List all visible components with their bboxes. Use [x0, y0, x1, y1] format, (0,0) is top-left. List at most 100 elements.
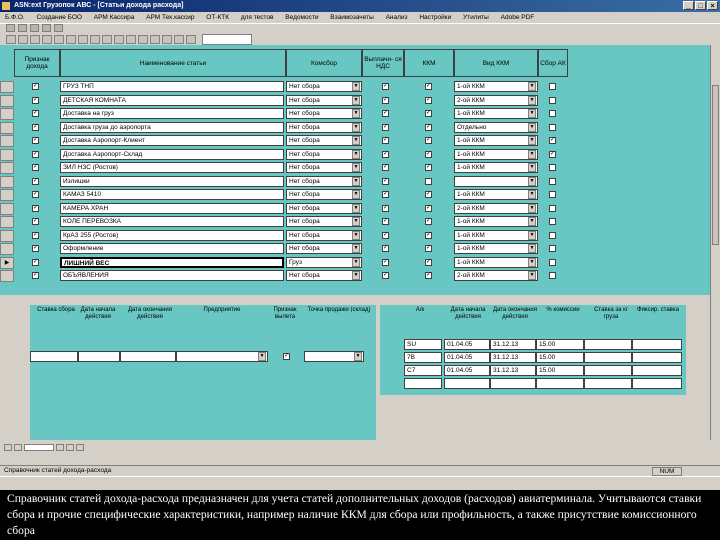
menu-item[interactable]: Adobe PDF — [496, 12, 540, 21]
item-name-cell[interactable]: ОБЪЯВЛЕНИЯ — [60, 270, 284, 281]
kkm-type-cell[interactable]: 1-ой ККМ — [454, 81, 538, 92]
income-flag-checkbox[interactable]: ✓ — [32, 110, 39, 117]
commission-fee-cell[interactable]: Нет сбора — [286, 121, 362, 133]
income-flag-checkbox[interactable]: ✓ — [32, 123, 39, 131]
commission-fee-cell[interactable]: Нет сбора — [286, 162, 362, 173]
row-selector[interactable] — [0, 243, 14, 255]
row-selector[interactable] — [0, 270, 14, 282]
ak-fee-checkbox[interactable]: ✓ — [549, 150, 556, 158]
item-name-cell[interactable]: КАМАЗ 5410 — [60, 189, 284, 200]
end-date-cell[interactable]: 31.12.13 — [490, 339, 536, 350]
row-selector[interactable]: ▶ — [0, 256, 14, 269]
ak-fee-checkbox[interactable] — [549, 96, 556, 104]
chevron-down-icon[interactable]: ▼ — [352, 230, 360, 240]
chevron-down-icon[interactable]: ▼ — [352, 149, 360, 159]
chevron-down-icon[interactable]: ▼ — [352, 203, 360, 213]
income-flag-checkbox[interactable]: ✓ — [32, 150, 39, 158]
chevron-down-icon[interactable]: ▼ — [528, 176, 536, 186]
income-flag-checkbox[interactable]: ✓ — [32, 96, 39, 104]
menu-item[interactable]: АРМ Кассира — [89, 12, 140, 21]
end-date-cell[interactable] — [120, 351, 176, 362]
kkm-type-cell[interactable]: Отдельно — [454, 121, 538, 133]
kkm-type-cell[interactable]: 2-ой ККМ — [454, 94, 538, 106]
start-date-cell[interactable]: 01.04.05 — [444, 365, 490, 376]
kkm-checkbox[interactable] — [425, 177, 432, 185]
chevron-down-icon[interactable]: ▼ — [528, 163, 536, 172]
income-flag-checkbox[interactable]: ✓ — [32, 204, 39, 212]
chevron-down-icon[interactable]: ▼ — [352, 122, 360, 132]
commission-percent-cell[interactable]: 15.00 — [536, 339, 584, 350]
new-record-button[interactable] — [76, 444, 84, 451]
fee-rate-cell[interactable] — [30, 351, 78, 362]
item-name-cell[interactable]: Доставка груза до аэропорта — [60, 121, 284, 133]
scrollbar-thumb[interactable] — [712, 85, 719, 245]
ak-fee-checkbox[interactable] — [549, 110, 556, 117]
last-record-button[interactable] — [66, 444, 74, 451]
item-name-cell[interactable]: Доставка Аэропорт-Склад — [60, 148, 284, 160]
fixed-rate-cell[interactable] — [632, 352, 682, 363]
row-selector[interactable] — [0, 94, 14, 107]
menu-item[interactable]: ОТ-КТК — [201, 12, 234, 21]
ak-fee-checkbox[interactable] — [549, 83, 556, 90]
chevron-down-icon[interactable]: ▼ — [528, 149, 536, 159]
chevron-down-icon[interactable]: ▼ — [528, 109, 536, 118]
kkm-checkbox[interactable]: ✓ — [425, 150, 432, 158]
chevron-down-icon[interactable]: ▼ — [528, 203, 536, 213]
menu-item[interactable]: Анализ — [381, 12, 413, 21]
item-name-cell[interactable]: ГРУЗ ТНП — [60, 81, 284, 92]
toolbar-button[interactable] — [102, 34, 112, 44]
row-selector[interactable] — [0, 108, 14, 120]
chevron-down-icon[interactable]: ▼ — [352, 244, 360, 253]
row-selector[interactable] — [0, 148, 14, 161]
commission-fee-cell[interactable]: Нет сбора — [286, 243, 362, 254]
menu-item[interactable]: Настройки — [414, 12, 456, 21]
chevron-down-icon[interactable]: ▼ — [352, 190, 360, 199]
income-flag-checkbox[interactable]: ✓ — [32, 191, 39, 198]
kkm-checkbox[interactable]: ✓ — [425, 191, 432, 198]
end-date-cell[interactable]: 31.12.13 — [490, 352, 536, 363]
commission-percent-cell[interactable] — [536, 378, 584, 389]
kkm-checkbox[interactable]: ✓ — [425, 245, 432, 252]
toolbar-button[interactable] — [174, 34, 184, 44]
toolbar-button[interactable] — [18, 24, 27, 32]
chevron-down-icon[interactable]: ▼ — [528, 190, 536, 199]
ak-fee-checkbox[interactable] — [549, 231, 556, 239]
toolbar-button[interactable] — [6, 34, 16, 44]
fixed-rate-cell[interactable] — [632, 365, 682, 376]
item-name-cell[interactable]: Оформление — [60, 243, 284, 254]
ak-fee-checkbox[interactable] — [549, 258, 556, 266]
vat-checkbox[interactable]: ✓ — [382, 218, 389, 225]
toolbar-button[interactable] — [126, 34, 136, 44]
row-selector[interactable] — [0, 229, 14, 242]
chevron-down-icon[interactable]: ▼ — [528, 271, 536, 280]
commission-percent-cell[interactable]: 15.00 — [536, 352, 584, 363]
commission-fee-cell[interactable]: Нет сбора — [286, 270, 362, 281]
ak-fee-checkbox[interactable]: ✓ — [549, 137, 556, 144]
vat-checkbox[interactable]: ✓ — [382, 123, 389, 131]
ak-fee-checkbox[interactable] — [549, 245, 556, 252]
chevron-down-icon[interactable]: ▼ — [352, 271, 360, 280]
income-flag-checkbox[interactable]: ✓ — [32, 272, 39, 279]
menu-item[interactable]: Утилиты — [458, 12, 494, 21]
vat-checkbox[interactable]: ✓ — [382, 177, 389, 185]
start-date-cell[interactable] — [444, 378, 490, 389]
vat-checkbox[interactable]: ✓ — [382, 191, 389, 198]
vat-checkbox[interactable]: ✓ — [382, 272, 389, 279]
end-date-cell[interactable]: 31.12.13 — [490, 365, 536, 376]
airline-cell[interactable]: 7B — [404, 352, 442, 363]
commission-fee-cell[interactable]: Нет сбора — [286, 94, 362, 106]
commission-fee-cell[interactable]: Нет сбора — [286, 108, 362, 119]
commission-fee-cell[interactable]: Нет сбора — [286, 175, 362, 187]
income-flag-checkbox[interactable]: ✓ — [32, 218, 39, 225]
vat-checkbox[interactable]: ✓ — [382, 204, 389, 212]
row-selector[interactable] — [0, 175, 14, 188]
kkm-checkbox[interactable]: ✓ — [425, 272, 432, 279]
item-name-cell[interactable]: ЗИЛ НЗС (Ростов) — [60, 162, 284, 173]
toolbar-button[interactable] — [42, 24, 51, 32]
kkm-type-cell[interactable]: 1-ой ККМ — [454, 256, 538, 268]
vat-checkbox[interactable]: ✓ — [382, 96, 389, 104]
kkm-checkbox[interactable]: ✓ — [425, 231, 432, 239]
toolbar-button[interactable] — [90, 34, 100, 44]
vertical-scrollbar[interactable] — [710, 45, 720, 440]
fixed-rate-cell[interactable] — [632, 378, 682, 389]
